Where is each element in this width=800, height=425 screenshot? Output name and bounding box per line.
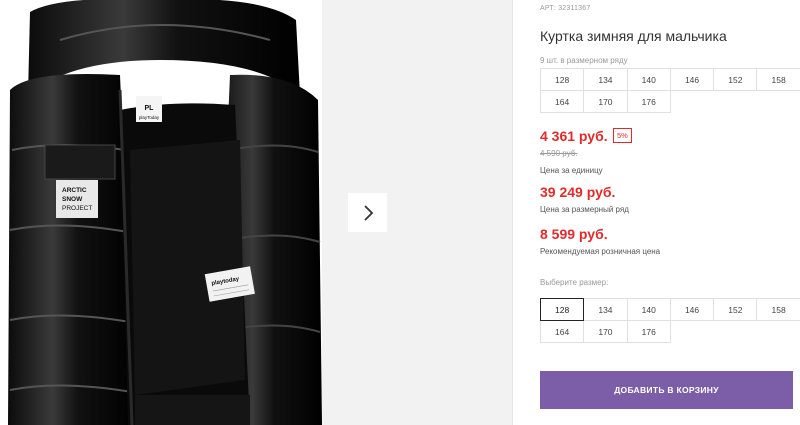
size-option-selected[interactable]: 128	[540, 298, 585, 321]
rrp-caption: Рекомендуемая розничная цена	[540, 247, 661, 256]
size-set-cell: 140	[626, 68, 671, 91]
size-set-cell: 146	[669, 68, 715, 91]
patch-line-1: ARCTIC	[62, 187, 87, 194]
product-title: Куртка зимняя для мальчика	[540, 28, 727, 44]
set-price: 39 249 руб.	[540, 184, 616, 200]
next-image-button[interactable]	[348, 193, 387, 232]
set-price-caption: Цена за размерный ряд	[540, 205, 629, 214]
unit-price: 4 361 руб.	[540, 128, 608, 144]
size-set-cell: 176	[626, 90, 671, 113]
size-option[interactable]: 140	[626, 298, 671, 321]
size-set-cell: 128	[540, 68, 585, 91]
old-price: 4 590 руб.	[540, 149, 578, 158]
size-set-grid: 128 134 140 146 152 158 164 170 176	[540, 68, 800, 113]
panel-divider	[512, 0, 513, 425]
patch-line-2: SNOW	[62, 196, 83, 203]
size-option[interactable]: 164	[540, 320, 585, 343]
size-option[interactable]: 146	[669, 298, 715, 321]
hood-label-text: playToday	[139, 115, 160, 120]
size-set-note: 9 шт. в размерном ряду	[540, 56, 628, 65]
size-option[interactable]: 158	[756, 298, 800, 321]
size-option[interactable]: 134	[583, 298, 628, 321]
size-option[interactable]: 170	[583, 320, 628, 343]
chevron-right-icon	[363, 204, 373, 221]
product-image[interactable]: PL playToday ARCTIC SNOW PROJECT playtod…	[0, 0, 322, 425]
size-option[interactable]: 152	[713, 298, 758, 321]
jacket-illustration: PL playToday ARCTIC SNOW PROJECT playtod…	[0, 0, 322, 425]
article-number: АРТ: 32311367	[540, 5, 591, 12]
product-gallery: PL playToday ARCTIC SNOW PROJECT playtod…	[0, 0, 512, 425]
size-set-cell: 170	[583, 90, 628, 113]
size-option[interactable]: 176	[626, 320, 671, 343]
size-set-cell: 158	[756, 68, 800, 91]
add-to-cart-button[interactable]: ДОБАВИТЬ В КОРЗИНУ	[540, 371, 793, 409]
svg-text:PL: PL	[145, 105, 155, 112]
patch-line-3: PROJECT	[62, 205, 92, 212]
size-set-cell: 164	[540, 90, 585, 113]
size-picker: 128 134 140 146 152 158 164 170 176	[540, 298, 800, 343]
product-details: АРТ: 32311367 Куртка зимняя для мальчика…	[540, 0, 800, 425]
choose-size-label: Выберите размер:	[540, 278, 609, 287]
size-set-cell: 134	[583, 68, 628, 91]
rrp-price: 8 599 руб.	[540, 226, 608, 242]
discount-badge: 5%	[613, 128, 632, 143]
size-set-cell: 152	[713, 68, 758, 91]
unit-price-caption: Цена за единицу	[540, 166, 603, 175]
